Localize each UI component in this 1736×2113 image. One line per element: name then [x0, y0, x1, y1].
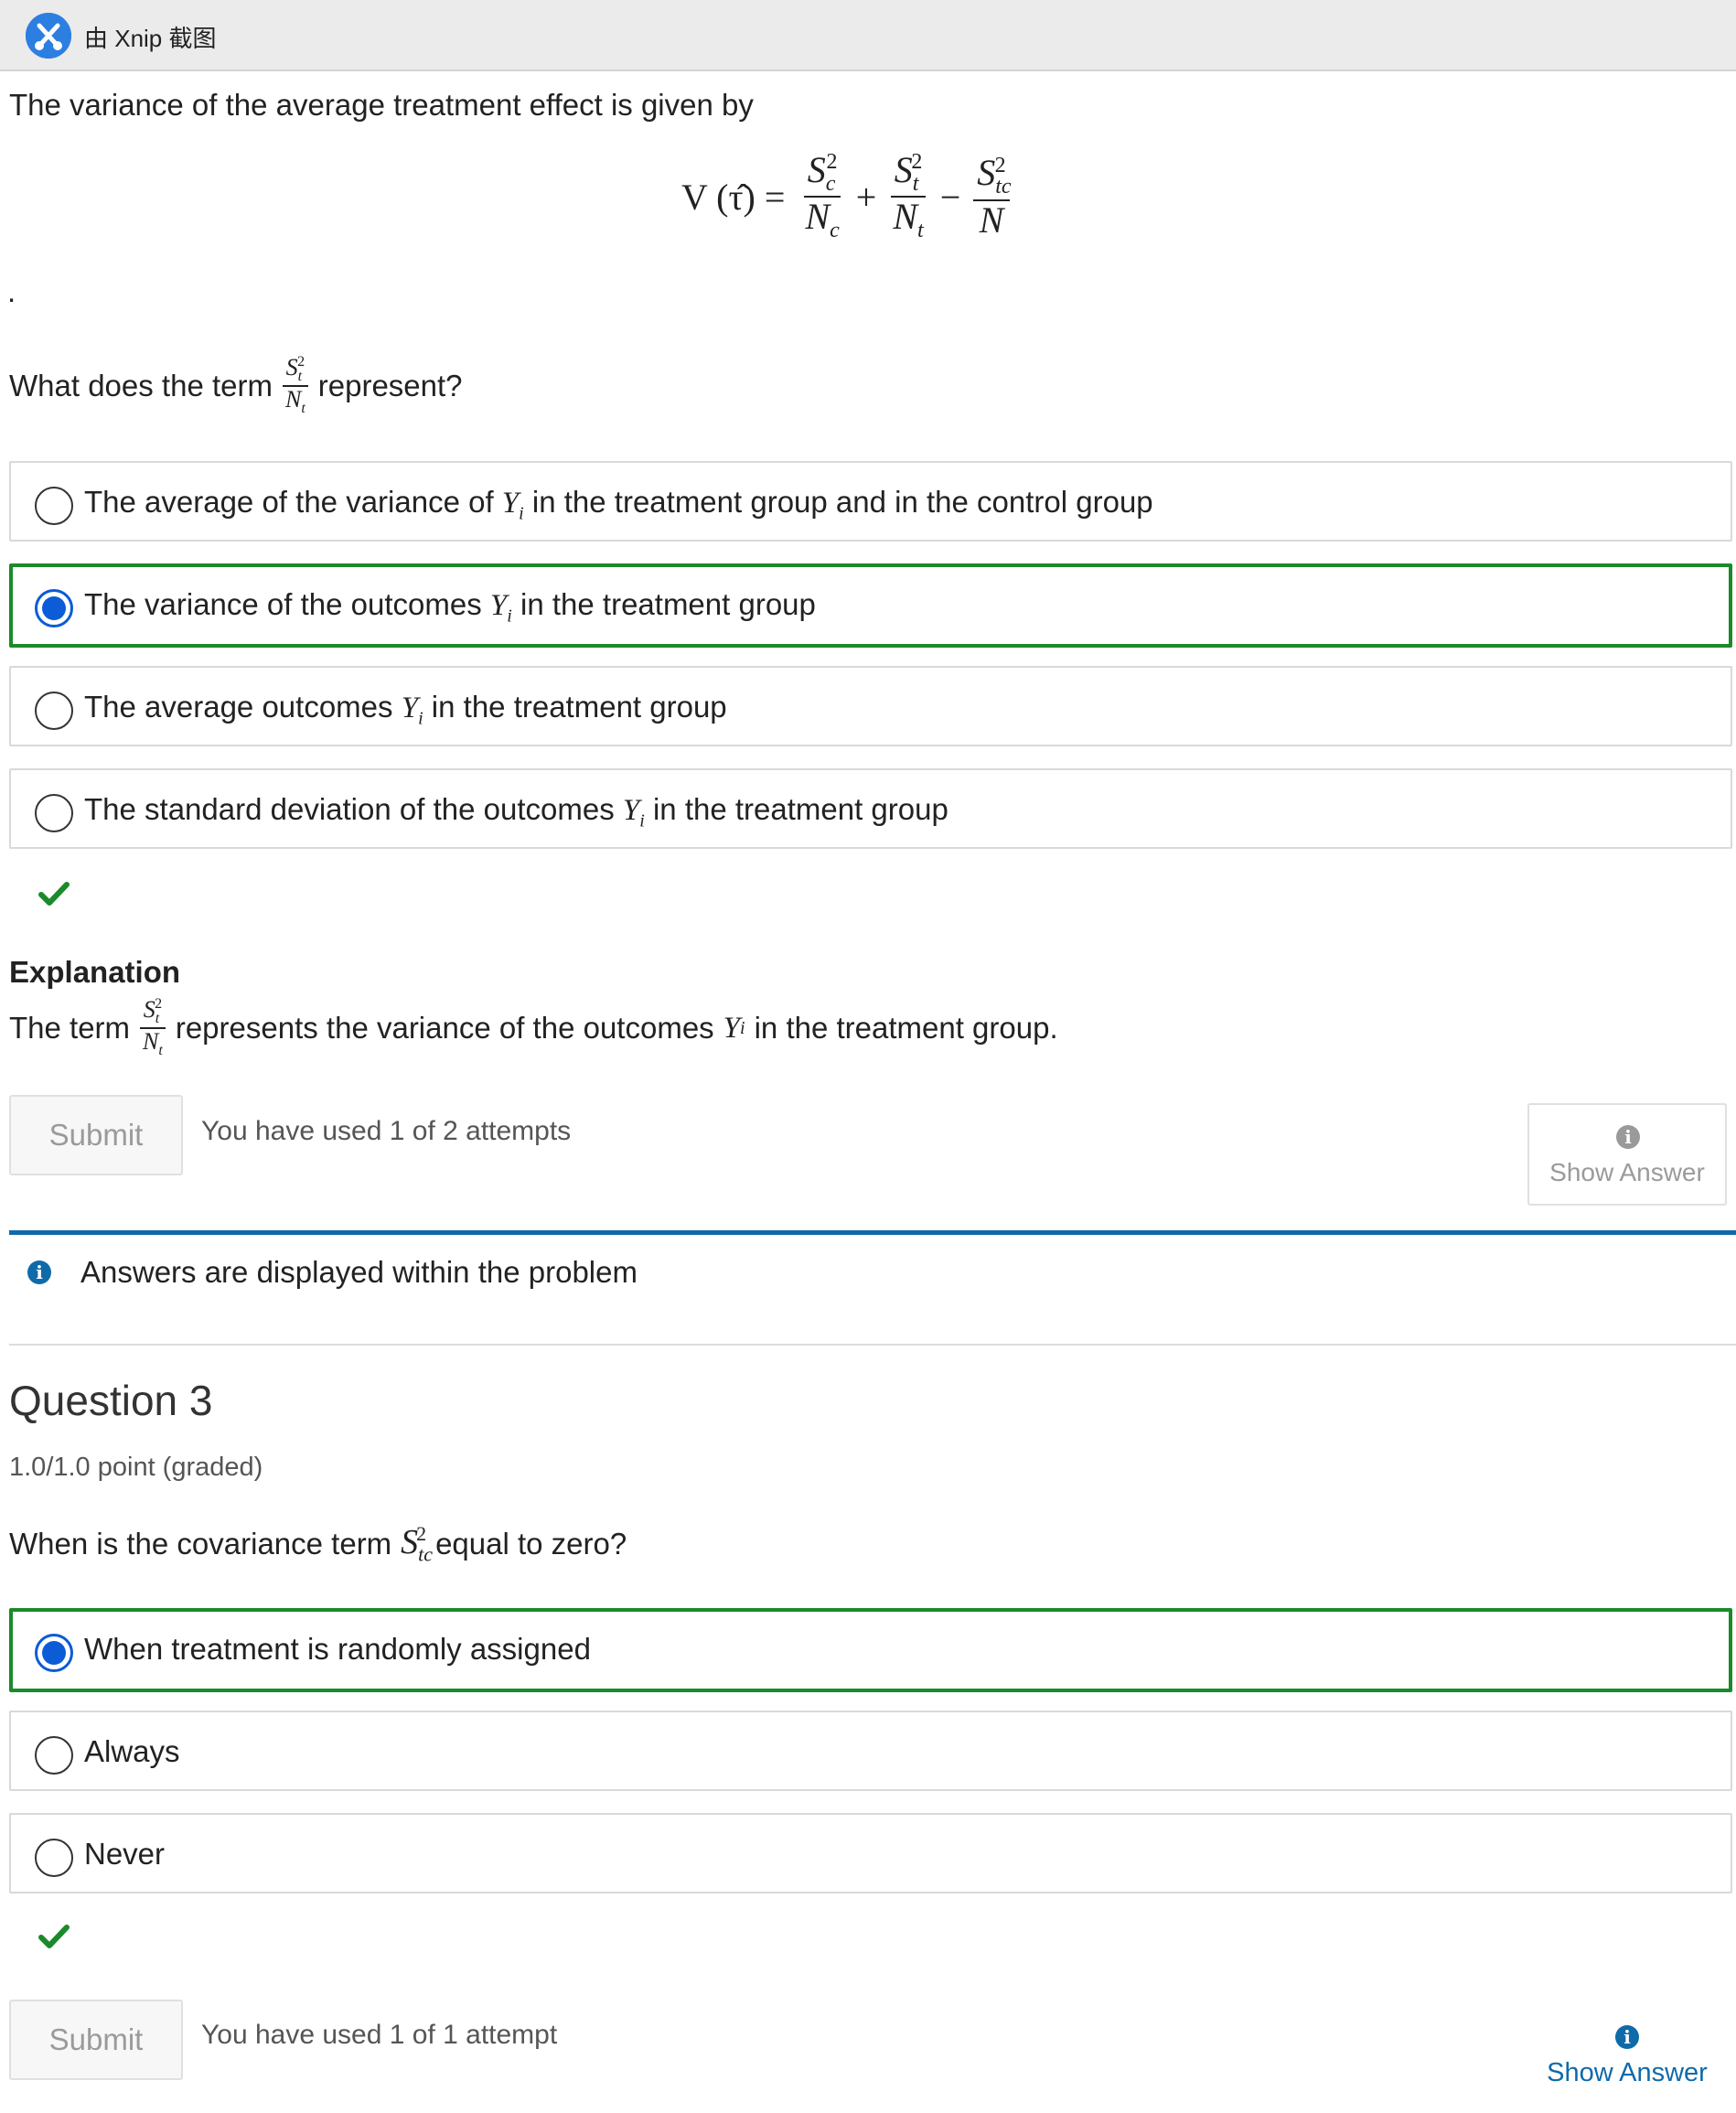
explanation-title: Explanation: [9, 955, 181, 989]
xnip-label: 由 Xnip 截图: [84, 25, 217, 52]
radio-button[interactable]: [35, 692, 73, 730]
notice-text: Answers are displayed within the problem: [80, 1255, 638, 1289]
radio-button-selected[interactable]: [35, 1634, 73, 1672]
q3-show-answer-button[interactable]: i Show Answer: [1527, 2022, 1727, 2095]
question2-prompt-after: represent?: [317, 369, 463, 402]
radio-button-selected[interactable]: [35, 589, 73, 627]
radio-button[interactable]: [35, 794, 73, 832]
q2-option-1[interactable]: The average of the variance of Yi in the…: [9, 461, 1732, 542]
correct-check-icon: [38, 1921, 70, 1952]
question2-prompt-before: What does the term: [9, 369, 273, 402]
q3-show-answer-label: Show Answer: [1547, 2058, 1708, 2087]
notice-bar: [9, 1230, 1736, 1235]
radio-button[interactable]: [35, 1839, 73, 1877]
variance-formula: V (τ̂) = Sc2 Nc + St2 Nt − Stc2 N: [681, 146, 1012, 247]
formula-term-treatment: St2 Nt: [889, 150, 927, 242]
screenshot-tool-bar: 由 Xnip 截图: [0, 0, 1736, 71]
formula-term-covariance: Stc2 N: [973, 154, 1012, 239]
q2-show-answer-label: Show Answer: [1549, 1158, 1705, 1186]
radio-button[interactable]: [35, 487, 73, 525]
q2-option-1-label: The average of the variance of Yi in the…: [84, 485, 1153, 524]
q2-option-2-label: The variance of the outcomes Yi in the t…: [84, 587, 816, 627]
formula-minus: −: [939, 176, 961, 218]
info-icon: i: [1616, 1125, 1640, 1149]
q2-option-3[interactable]: The average outcomes Yi in the treatment…: [9, 666, 1732, 746]
q2-option-4-label: The standard deviation of the outcomes Y…: [84, 792, 948, 831]
xnip-logo-icon: [26, 13, 71, 59]
notice-info-icon: i: [27, 1260, 51, 1284]
q3-option-3-label: Never: [84, 1837, 166, 1871]
q3-attempts-text: You have used 1 of 1 attempt: [201, 2020, 558, 2050]
q2-option-2[interactable]: The variance of the outcomes Yi in the t…: [9, 563, 1732, 648]
formula-lhs: V (τ̂) =: [681, 176, 786, 218]
q3-option-3[interactable]: Never: [9, 1813, 1732, 1893]
info-icon: i: [1615, 2025, 1639, 2049]
intro-text: The variance of the average treatment ef…: [9, 88, 754, 122]
stray-period: .: [7, 274, 16, 308]
covariance-symbol: Stc2: [401, 1522, 434, 1566]
question3-prompt: When is the covariance term Stc2 equal t…: [9, 1522, 627, 1566]
question2-prompt: What does the term St2 Nt represent?: [9, 349, 463, 423]
radio-button[interactable]: [35, 1736, 73, 1775]
q3-submit-button[interactable]: Submit: [9, 2000, 183, 2080]
q2-option-3-label: The average outcomes Yi in the treatment…: [84, 690, 727, 729]
question3-points: 1.0/1.0 point (graded): [9, 1453, 263, 1482]
q3-option-2[interactable]: Always: [9, 1711, 1732, 1791]
q3-option-1-label: When treatment is randomly assigned: [84, 1632, 591, 1666]
q2-show-answer-button[interactable]: i Show Answer: [1527, 1103, 1727, 1206]
formula-term-control: Sc2 Nc: [803, 148, 841, 242]
explanation-text: The term St2 Nt represents the variance …: [9, 996, 1058, 1059]
q2-submit-button[interactable]: Submit: [9, 1095, 183, 1175]
question3-title: Question 3: [9, 1377, 213, 1424]
prompt-fraction: St2 Nt: [282, 354, 309, 417]
formula-plus: +: [855, 176, 877, 218]
explanation-fraction: St2 Nt: [139, 996, 166, 1059]
q3-option-2-label: Always: [84, 1734, 180, 1768]
q3-option-1[interactable]: When treatment is randomly assigned: [9, 1608, 1732, 1692]
section-divider: [9, 1344, 1736, 1346]
q2-attempts-text: You have used 1 of 2 attempts: [201, 1116, 572, 1146]
q2-option-4[interactable]: The standard deviation of the outcomes Y…: [9, 768, 1732, 849]
correct-check-icon: [38, 878, 70, 909]
